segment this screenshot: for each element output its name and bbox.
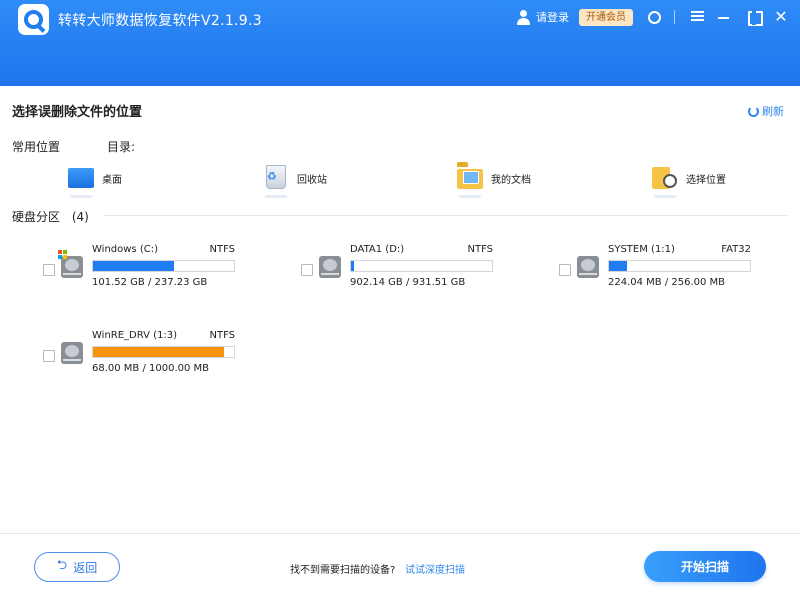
refresh-label: 刷新 (762, 105, 784, 118)
back-button[interactable]: ⮌ 返回 (34, 552, 120, 582)
refresh-icon (748, 105, 759, 117)
quick-location-recycle-bin[interactable]: 回收站 (263, 165, 327, 198)
disk-filesystem: NTFS (467, 244, 493, 255)
maximize-icon[interactable] (746, 9, 763, 26)
disk-name: WinRE_DRV (1:3) (92, 330, 178, 341)
hard-drive-icon (319, 254, 343, 280)
disk-usage-fill (609, 261, 627, 271)
disk-usage-bar (92, 346, 235, 358)
disk-usage-bar (608, 260, 751, 272)
page-title: 选择误删除文件的位置 (12, 105, 143, 120)
device-not-found-hint: 找不到需要扫描的设备? (290, 565, 396, 576)
disk-checkbox[interactable] (559, 264, 571, 276)
disk-usage-fill (351, 261, 354, 271)
disk-usage-bar (350, 260, 493, 272)
disk-size: 902.14 GB / 931.51 GB (350, 277, 466, 288)
disk-name: Windows (C:) (92, 244, 158, 255)
quick-location-label: 选择位置 (686, 174, 726, 186)
start-scan-button[interactable]: 开始扫描 (644, 551, 766, 582)
quick-location-documents[interactable]: 我的文档 (457, 165, 531, 198)
disk-usage-fill (93, 261, 174, 271)
app-logo-icon (18, 4, 49, 35)
user-icon (516, 9, 531, 25)
login-label: 请登录 (536, 11, 569, 24)
common-locations-label: 常用位置 (12, 140, 61, 154)
quick-location-label: 回收站 (297, 174, 327, 186)
disk-section-count: (4) (71, 210, 89, 224)
disk-section-title: 硬盘分区 (4) (12, 208, 89, 225)
disk-filesystem: FAT32 (721, 244, 751, 255)
disk-name: SYSTEM (1:1) (608, 244, 675, 255)
disk-item[interactable]: SYSTEM (1:1) FAT32 224.04 MB / 256.00 MB (559, 244, 759, 300)
quick-location-choose[interactable]: 选择位置 (652, 165, 726, 198)
hard-drive-icon (577, 254, 601, 280)
disk-item[interactable]: WinRE_DRV (1:3) NTFS 68.00 MB / 1000.00 … (43, 330, 243, 386)
hard-drive-icon (58, 250, 85, 280)
menu-icon[interactable] (689, 9, 705, 25)
deep-scan-link[interactable]: 试试深度扫描 (405, 561, 465, 576)
choose-location-icon (652, 165, 678, 198)
disk-item[interactable]: Windows (C:) NTFS 101.52 GB / 237.23 GB (43, 244, 243, 300)
windows-logo-icon (58, 250, 67, 259)
feedback-icon[interactable] (648, 11, 661, 24)
disk-filesystem: NTFS (209, 330, 235, 341)
close-icon[interactable]: ✕ (773, 9, 789, 25)
documents-folder-icon (457, 165, 483, 198)
quick-location-label: 桌面 (102, 174, 122, 186)
disk-item[interactable]: DATA1 (D:) NTFS 902.14 GB / 931.51 GB (301, 244, 501, 300)
disk-usage-fill (93, 347, 225, 357)
quick-location-desktop[interactable]: 桌面 (68, 165, 122, 198)
disk-size: 68.00 MB / 1000.00 MB (92, 363, 210, 374)
disk-checkbox[interactable] (43, 350, 55, 362)
disk-checkbox[interactable] (301, 264, 313, 276)
disk-filesystem: NTFS (209, 244, 235, 255)
title-bar: 转转大师数据恢复软件V2.1.9.3 请登录 开通会员 ✕ (0, 0, 800, 86)
disk-name: DATA1 (D:) (350, 244, 405, 255)
disk-usage-bar (92, 260, 235, 272)
refresh-button[interactable]: 刷新 (748, 103, 784, 119)
back-arrow-icon: ⮌ (56, 558, 68, 573)
quick-location-label: 我的文档 (491, 174, 531, 186)
disk-checkbox[interactable] (43, 264, 55, 276)
app-title: 转转大师数据恢复软件V2.1.9.3 (58, 13, 262, 29)
disk-size: 101.52 GB / 237.23 GB (92, 277, 208, 288)
section-divider (104, 215, 788, 216)
back-label: 返回 (73, 560, 98, 575)
vip-button[interactable]: 开通会员 (579, 9, 633, 26)
directory-label: 目录: (107, 140, 136, 154)
disk-section-label: 硬盘分区 (12, 210, 61, 224)
recycle-bin-icon (263, 165, 289, 198)
hard-drive-icon (61, 340, 85, 366)
footer-divider (0, 533, 800, 534)
titlebar-divider (674, 10, 675, 24)
minimize-icon[interactable] (716, 9, 732, 25)
desktop-icon (68, 165, 94, 198)
disk-size: 224.04 MB / 256.00 MB (608, 277, 726, 288)
login-button[interactable]: 请登录 (516, 9, 569, 25)
